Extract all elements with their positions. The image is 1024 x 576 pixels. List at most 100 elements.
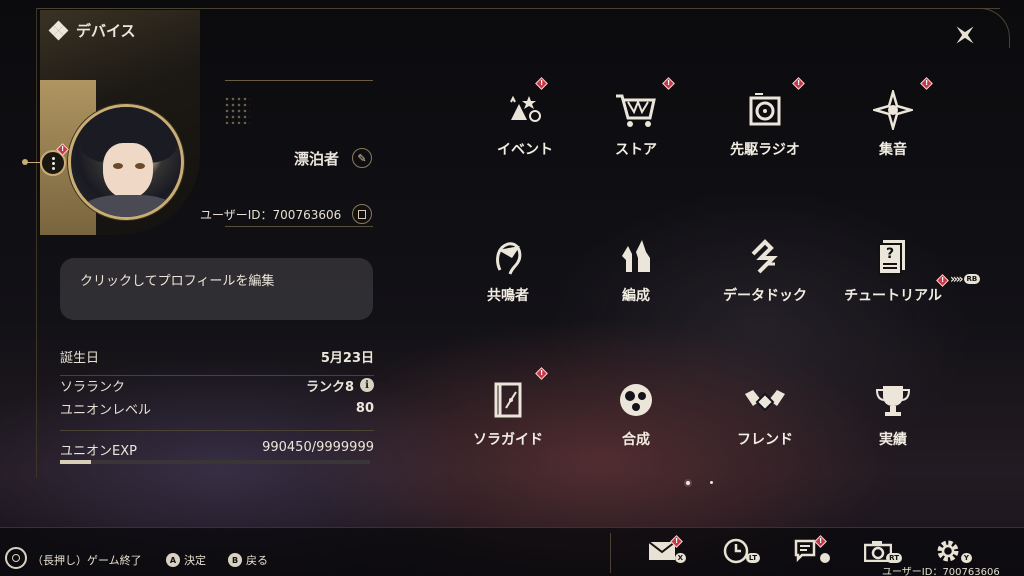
stat-value: ランク8: [305, 379, 354, 395]
grid-item-label: 合成: [622, 432, 650, 448]
compass-star-icon: [871, 88, 915, 132]
info-icon[interactable]: i: [360, 378, 374, 392]
frame-line: [36, 8, 37, 478]
power-icon: [12, 554, 20, 562]
next-page-hint[interactable]: »» RB: [950, 272, 981, 286]
stat-value: 5月23日: [320, 350, 374, 366]
b-button-icon: B: [228, 553, 242, 567]
page-header: デバイス: [48, 20, 136, 41]
settings-button[interactable]: Y: [928, 536, 972, 566]
hint-back: B 戻る: [228, 552, 268, 568]
divider: [60, 430, 374, 431]
rt-button-tag: RT: [886, 553, 902, 563]
stat-label: 誕生日: [60, 350, 100, 366]
grid-item-label: イベント: [497, 142, 553, 158]
grid-item-tutorial[interactable]: ? チュートリアル: [833, 234, 953, 306]
alert-badge-icon: !: [534, 366, 548, 380]
profile-stats: 誕生日 5月23日 ソラランク ランク8 i ユニオンレベル 80: [60, 346, 374, 421]
synthesis-icon: [614, 378, 658, 422]
x-button-tag: X: [674, 553, 686, 563]
stat-value: 80: [355, 400, 374, 416]
alert-badge-icon: !: [661, 76, 675, 90]
clock-icon: [723, 538, 749, 564]
page-indicator-dot[interactable]: [710, 481, 713, 484]
exp-value: 990450/9999999: [262, 440, 374, 455]
edit-profile-label: クリックしてプロフィールを編集: [80, 274, 275, 289]
camera-button[interactable]: RT: [858, 536, 902, 566]
hint-exit: （長押し）ゲーム終了: [32, 552, 142, 568]
grid-item-label: ストア: [615, 142, 657, 158]
grid-item-store[interactable]: ストア: [576, 88, 696, 160]
grid-item-resonators[interactable]: 共鳴者: [448, 234, 568, 306]
divider: [60, 375, 374, 376]
alert-badge-icon: !: [791, 76, 805, 90]
hint-confirm-label: 決定: [184, 554, 206, 567]
grid-item-sol-guide[interactable]: ソラガイド: [448, 378, 568, 450]
alert-badge-icon: !: [55, 142, 69, 156]
hint-exit-label: （長押し）ゲーム終了: [32, 554, 142, 567]
grid-item-echo-collect[interactable]: 集音: [833, 88, 953, 160]
alert-badge-icon: !: [919, 76, 933, 90]
close-button[interactable]: [948, 18, 982, 52]
alert-badge-icon: !: [935, 273, 949, 287]
grid-item-label: データドック: [723, 288, 807, 304]
stat-row-union-level: ユニオンレベル 80: [60, 398, 374, 418]
event-icon: [503, 88, 547, 132]
grid-item-achievements[interactable]: 実績: [833, 378, 953, 450]
divider: [610, 533, 611, 573]
stat-value-wrap: ランク8 i: [306, 376, 374, 395]
gear-icon: [937, 540, 959, 562]
a-button-icon: A: [166, 553, 180, 567]
grid-item-event[interactable]: イベント: [465, 88, 585, 160]
more-dots-icon: [51, 156, 55, 170]
divider: [225, 226, 373, 227]
tutorial-icon: ?: [871, 234, 915, 278]
guide-book-icon: [486, 378, 530, 422]
close-star-icon: [956, 26, 974, 44]
store-cart-icon: [614, 88, 658, 132]
avatar[interactable]: [68, 104, 184, 220]
page-indicator-dot[interactable]: [686, 481, 690, 485]
trophy-icon: [871, 378, 915, 422]
grid-item-label: チュートリアル: [844, 288, 942, 304]
edit-profile-button[interactable]: クリックしてプロフィールを編集: [60, 258, 373, 320]
decor-dots: [224, 96, 250, 124]
footer-user-id: ユーザーID：700763606: [882, 567, 1000, 576]
exp-progress-bar: [60, 460, 370, 464]
edit-name-button[interactable]: ✎: [352, 148, 372, 168]
grid-item-data-dock[interactable]: データドック: [705, 234, 825, 306]
pencil-icon: ✎: [357, 151, 367, 165]
grid-item-label: フレンド: [737, 432, 793, 448]
exp-row: ユニオンEXP 990450/9999999: [60, 440, 374, 459]
double-chevron-icon: »»: [950, 272, 963, 286]
alert-badge-icon: !: [669, 534, 683, 548]
radio-icon: [743, 88, 787, 132]
frame-line: [36, 8, 200, 9]
device-diamond-icon: [48, 20, 69, 40]
clock-button[interactable]: LT: [716, 536, 760, 566]
stat-row-sol-rank: ソラランク ランク8 i: [60, 375, 374, 395]
grid-item-synthesis[interactable]: 合成: [576, 378, 696, 450]
grid-item-team[interactable]: 編成: [576, 234, 696, 306]
grid-item-friends[interactable]: フレンド: [705, 378, 825, 450]
resonator-head-icon: [486, 234, 530, 278]
copy-id-button[interactable]: [352, 204, 372, 224]
grid-item-radio[interactable]: 先駆ラジオ: [705, 88, 825, 160]
player-nickname: 漂泊者: [294, 150, 340, 168]
rb-button-tag: RB: [963, 274, 981, 284]
exp-progress-fill: [60, 460, 91, 464]
notice-button-tag: [820, 553, 830, 563]
user-id: ユーザーID：700763606: [200, 208, 342, 222]
divider: [225, 80, 373, 81]
exit-game-button[interactable]: [5, 547, 27, 569]
stat-label: ユニオンレベル: [60, 402, 152, 418]
copy-icon: [358, 209, 366, 219]
stat-row-birthday: 誕生日 5月23日: [60, 346, 374, 366]
alert-badge-icon: !: [534, 76, 548, 90]
stat-label: ソラランク: [60, 379, 126, 395]
decor-line: [24, 162, 40, 163]
page-title: デバイス: [76, 22, 136, 40]
grid-item-label: 集音: [879, 142, 907, 158]
svg-text:?: ?: [886, 246, 894, 262]
team-chess-icon: [614, 234, 658, 278]
